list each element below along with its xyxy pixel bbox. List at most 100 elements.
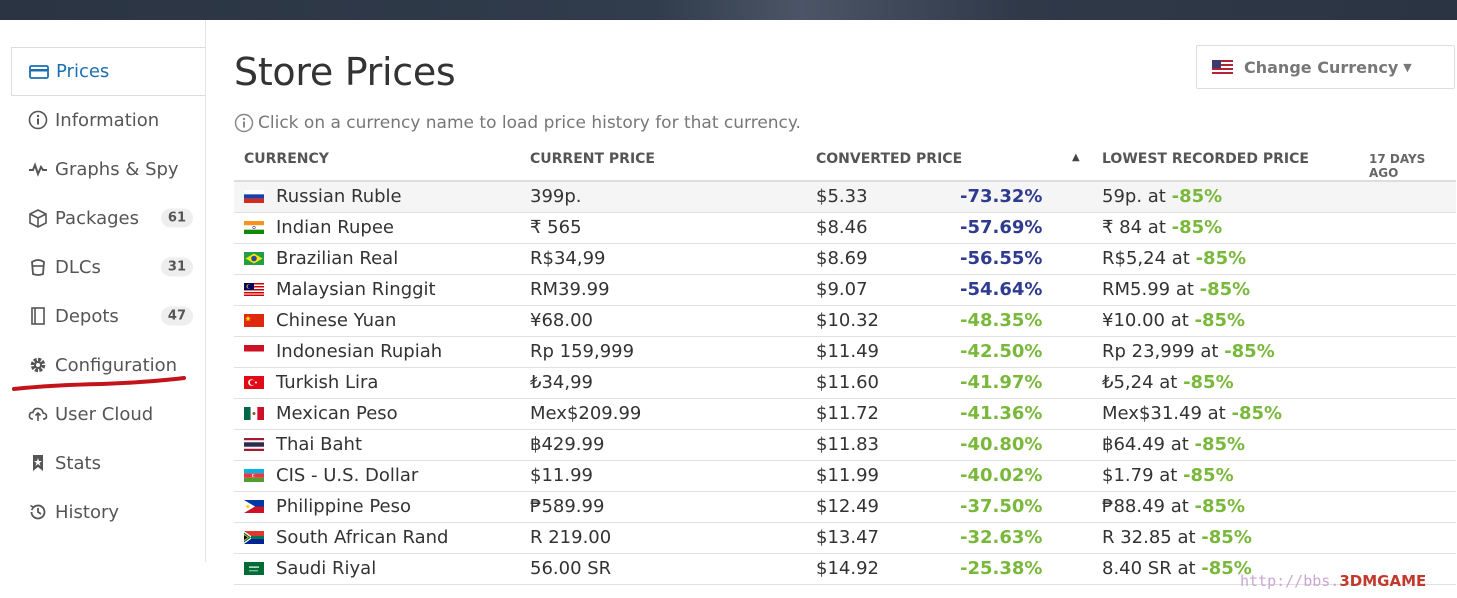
lowest-price-value: ₺5,24 at: [1102, 372, 1184, 393]
column-header-lowest-price[interactable]: LOWEST RECORDED PRICE: [1102, 151, 1309, 167]
my-flag-icon: [244, 283, 264, 296]
table-row: Philippine Peso ₱589.99 $12.49 -37.50% ₱88.4…: [234, 492, 1456, 523]
lowest-price-value: ₱88.49 at: [1102, 496, 1195, 517]
current-price-cell: 399p.: [530, 186, 582, 207]
sidebar-item-label: Prices: [56, 61, 110, 82]
lowest-price-cell: ₹ 84 at -85%: [1102, 217, 1222, 238]
bookmark-icon: [27, 452, 49, 474]
sidebar-item-prices[interactable]: Prices: [11, 47, 205, 96]
lowest-price-cell: ₱88.49 at -85%: [1102, 496, 1245, 517]
lowest-price-discount: -85%: [1224, 341, 1275, 362]
currency-name-link[interactable]: Turkish Lira: [276, 372, 378, 393]
table-row: South African Rand R 219.00 $13.47 -32.63% R…: [234, 523, 1456, 554]
converted-price-cell: $5.33: [816, 186, 868, 207]
sidebar-item-dlcs[interactable]: DLCs 31: [11, 243, 205, 291]
table-row: Chinese Yuan ¥68.00 $10.32 -48.35% ¥10.00 at…: [234, 306, 1456, 337]
lowest-price-cell: ¥10.00 at -85%: [1102, 310, 1245, 331]
converted-price-cell: $11.99: [816, 465, 879, 486]
currency-name-link[interactable]: Indonesian Rupiah: [276, 341, 442, 362]
converted-price-cell: $8.46: [816, 217, 868, 238]
currency-name-link[interactable]: Thai Baht: [276, 434, 362, 455]
current-price-cell: ₱589.99: [530, 496, 605, 517]
lowest-price-discount: -85%: [1171, 186, 1223, 207]
converted-price-cell: $11.49: [816, 341, 879, 362]
sort-ascending-icon: ▲: [1072, 152, 1080, 163]
lowest-price-cell: Rp 23,999 at -85%: [1102, 341, 1275, 362]
sidebar-item-user-cloud[interactable]: User Cloud: [11, 390, 205, 438]
converted-price-cell: $11.83: [816, 434, 879, 455]
sidebar-item-information[interactable]: Information: [11, 96, 205, 144]
table-row: CIS - U.S. Dollar $11.99 $11.99 -40.02% $1.7…: [234, 461, 1456, 492]
count-badge: 61: [160, 208, 193, 228]
converted-price-cell: $10.32: [816, 310, 879, 331]
lowest-price-cell: ฿64.49 at -85%: [1102, 434, 1245, 455]
price-difference-percent: -42.50%: [960, 341, 1043, 362]
table-row: Thai Baht ฿429.99 $11.83 -40.80% ฿64.49 at -…: [234, 430, 1456, 461]
tr-flag-icon: [244, 376, 264, 389]
count-badge: 47: [160, 306, 193, 326]
lowest-price-cell: ₺5,24 at -85%: [1102, 372, 1234, 393]
sidebar-item-label: DLCs: [55, 256, 101, 278]
top-banner: [0, 0, 1457, 20]
price-difference-percent: -56.55%: [960, 248, 1043, 269]
in-flag-icon: [244, 221, 264, 234]
price-difference-percent: -73.32%: [960, 186, 1043, 207]
currency-name-link[interactable]: South African Rand: [276, 527, 448, 548]
column-header-current-price[interactable]: CURRENT PRICE: [530, 151, 655, 167]
change-currency-button[interactable]: Change Currency ▼: [1196, 45, 1455, 89]
book-icon: [27, 305, 49, 327]
price-difference-percent: -54.64%: [960, 279, 1043, 300]
lowest-price-value: RM5.99 at: [1102, 279, 1200, 300]
currency-name-link[interactable]: Malaysian Ringgit: [276, 279, 436, 300]
current-price-cell: ₺34,99: [530, 372, 593, 393]
current-price-cell: R 219.00: [530, 527, 612, 548]
column-header-currency[interactable]: CURRENCY: [244, 151, 329, 167]
price-difference-percent: -41.97%: [960, 372, 1043, 393]
current-price-cell: Rp 159,999: [530, 341, 635, 362]
caret-down-icon: ▼: [1403, 60, 1412, 74]
converted-price-cell: $8.69: [816, 248, 868, 269]
table-row: Turkish Lira ₺34,99 $11.60 -41.97% ₺5,24 at …: [234, 368, 1456, 399]
sidebar-item-packages[interactable]: Packages 61: [11, 194, 205, 242]
current-price-cell: Mex$209.99: [530, 403, 642, 424]
lowest-price-value: Rp 23,999 at: [1102, 341, 1225, 362]
current-price-cell: ¥68.00: [530, 310, 593, 331]
currency-name-link[interactable]: CIS - U.S. Dollar: [276, 465, 418, 486]
sidebar-item-history[interactable]: History: [11, 488, 205, 536]
lowest-price-discount: -85%: [1195, 248, 1247, 269]
currency-name-link[interactable]: Philippine Peso: [276, 496, 411, 517]
lowest-price-value: ฿64.49 at: [1102, 434, 1195, 455]
lowest-price-value: 8.40 SR at: [1102, 558, 1202, 579]
price-difference-percent: -48.35%: [960, 310, 1043, 331]
currency-name-link[interactable]: Brazilian Real: [276, 248, 398, 269]
current-price-cell: R$34,99: [530, 248, 606, 269]
currency-name-link[interactable]: Indian Rupee: [276, 217, 394, 238]
sidebar-item-stats[interactable]: Stats: [11, 439, 205, 487]
lowest-price-discount: -85%: [1183, 372, 1234, 393]
lowest-price-value: R$5,24 at: [1102, 248, 1196, 269]
price-difference-percent: -57.69%: [960, 217, 1043, 238]
hint-text: Click on a currency name to load price h…: [234, 113, 801, 133]
table-row: Mexican Peso Mex$209.99 $11.72 -41.36% Mex$3…: [234, 399, 1456, 430]
currency-name-link[interactable]: Russian Ruble: [276, 186, 402, 207]
sidebar-item-depots[interactable]: Depots 47: [11, 292, 205, 340]
sidebar-item-label: User Cloud: [55, 403, 154, 425]
table-row: Indian Rupee ₹ 565 $8.46 -57.69% ₹ 84 at -85…: [234, 213, 1456, 244]
lowest-price-discount: -85%: [1231, 403, 1283, 424]
column-header-converted-price[interactable]: CONVERTED PRICE: [816, 151, 962, 167]
currency-name-link[interactable]: Saudi Riyal: [276, 558, 376, 579]
sidebar-item-graphs-spy[interactable]: Graphs & Spy: [11, 145, 205, 193]
sidebar-item-label: Depots: [55, 305, 119, 327]
table-header: CURRENCY CURRENT PRICE CONVERTED PRICE ▲…: [234, 140, 1456, 182]
red-marker-underline: [12, 376, 186, 391]
currency-name-link[interactable]: Chinese Yuan: [276, 310, 396, 331]
price-difference-percent: -41.36%: [960, 403, 1043, 424]
table-row: Indonesian Rupiah Rp 159,999 $11.49 -42.50%…: [234, 337, 1456, 368]
lowest-price-cell: Mex$31.49 at -85%: [1102, 403, 1282, 424]
lowest-price-value: R 32.85 at: [1102, 527, 1202, 548]
sidebar-item-label: Information: [55, 109, 160, 131]
lowest-price-discount: -85%: [1199, 279, 1251, 300]
currency-name-link[interactable]: Mexican Peso: [276, 403, 398, 424]
price-difference-percent: -37.50%: [960, 496, 1043, 517]
converted-price-cell: $12.49: [816, 496, 879, 517]
